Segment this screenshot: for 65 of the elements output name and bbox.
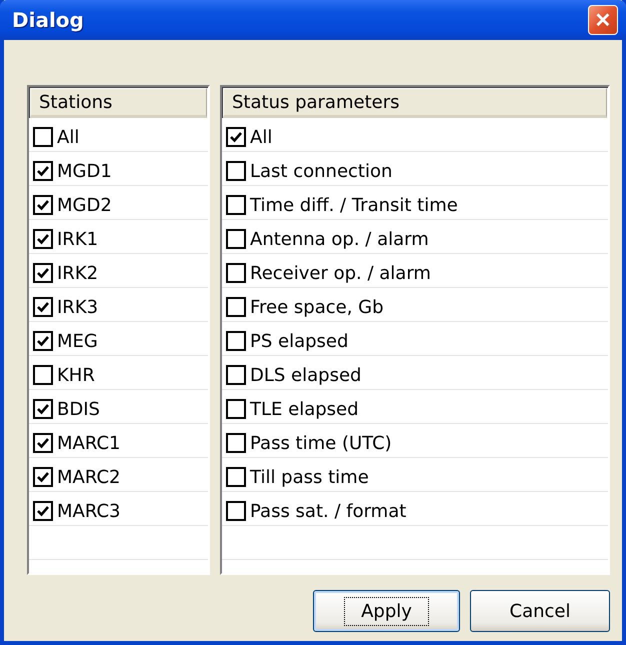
checkmark-icon [36, 334, 50, 348]
checkbox[interactable] [33, 501, 53, 521]
list-item-label[interactable]: BDIS [57, 398, 100, 420]
list-item-label[interactable]: IRK1 [57, 228, 98, 250]
checkbox[interactable] [226, 297, 246, 317]
checkmark-icon [36, 470, 50, 484]
list-item-label[interactable]: All [57, 126, 80, 148]
checkmark-icon [36, 164, 50, 178]
checkbox[interactable] [33, 161, 53, 181]
checkbox[interactable] [226, 127, 246, 147]
list-item-label[interactable]: All [250, 126, 272, 148]
checkbox[interactable] [226, 365, 246, 385]
checkbox[interactable] [33, 127, 53, 147]
checkbox[interactable] [33, 263, 53, 283]
list-item-label[interactable]: MARC1 [57, 432, 120, 454]
list-item-label[interactable]: Pass time (UTC) [250, 432, 392, 454]
checkbox[interactable] [226, 501, 246, 521]
button[interactable]: Apply [313, 590, 460, 632]
list-item-label[interactable]: IRK3 [57, 296, 98, 318]
list-item-label[interactable]: Antenna op. / alarm [250, 228, 429, 250]
checkmark-icon [36, 300, 50, 314]
list-item-label[interactable]: Receiver op. / alarm [250, 262, 431, 284]
checkbox[interactable] [33, 365, 53, 385]
list-item-label[interactable]: MEG [57, 330, 98, 352]
checkmark-icon [36, 198, 50, 212]
checkbox[interactable] [33, 229, 53, 249]
list-item-label[interactable]: Till pass time [250, 466, 369, 488]
checkbox[interactable] [226, 433, 246, 453]
checkbox[interactable] [33, 297, 53, 317]
checkmark-icon [36, 232, 50, 246]
checkbox[interactable] [226, 195, 246, 215]
list-item-label[interactable]: Free space, Gb [250, 296, 384, 318]
checkbox[interactable] [226, 399, 246, 419]
checkbox[interactable] [33, 467, 53, 487]
checkmark-icon [36, 402, 50, 416]
list-item-label[interactable]: Time diff. / Transit time [250, 194, 458, 216]
checkbox[interactable] [226, 161, 246, 181]
checkmark-icon [36, 436, 50, 450]
list-item-label[interactable]: MARC3 [57, 500, 120, 522]
close-button[interactable]: ✕ [588, 5, 618, 35]
list-item-label[interactable]: Last connection [250, 160, 392, 182]
checkmark-icon [229, 130, 243, 144]
checkbox[interactable] [33, 433, 53, 453]
checkbox[interactable] [226, 467, 246, 487]
checkbox[interactable] [33, 399, 53, 419]
checkmark-icon [36, 504, 50, 518]
checkmark-icon [36, 266, 50, 280]
list-item-label[interactable]: MARC2 [57, 466, 120, 488]
checkbox[interactable] [226, 331, 246, 351]
button[interactable]: Cancel [470, 590, 610, 632]
list-item-label[interactable]: DLS elapsed [250, 364, 362, 386]
list-item-label[interactable]: KHR [57, 364, 95, 386]
list-item-label[interactable]: TLE elapsed [250, 398, 359, 420]
list-item-label[interactable]: Pass sat. / format [250, 500, 406, 522]
checkbox[interactable] [226, 229, 246, 249]
column-header[interactable]: Stations [30, 88, 207, 118]
list-item-label[interactable]: MGD1 [57, 160, 112, 182]
list-item-label[interactable]: MGD2 [57, 194, 112, 216]
checkbox[interactable] [33, 195, 53, 215]
checkbox[interactable] [33, 331, 53, 351]
column-header[interactable]: Status parameters [223, 88, 607, 118]
list-item-label[interactable]: PS elapsed [250, 330, 348, 352]
checkbox[interactable] [226, 263, 246, 283]
list-item-label[interactable]: IRK2 [57, 262, 98, 284]
window-title: Dialog [12, 8, 85, 32]
